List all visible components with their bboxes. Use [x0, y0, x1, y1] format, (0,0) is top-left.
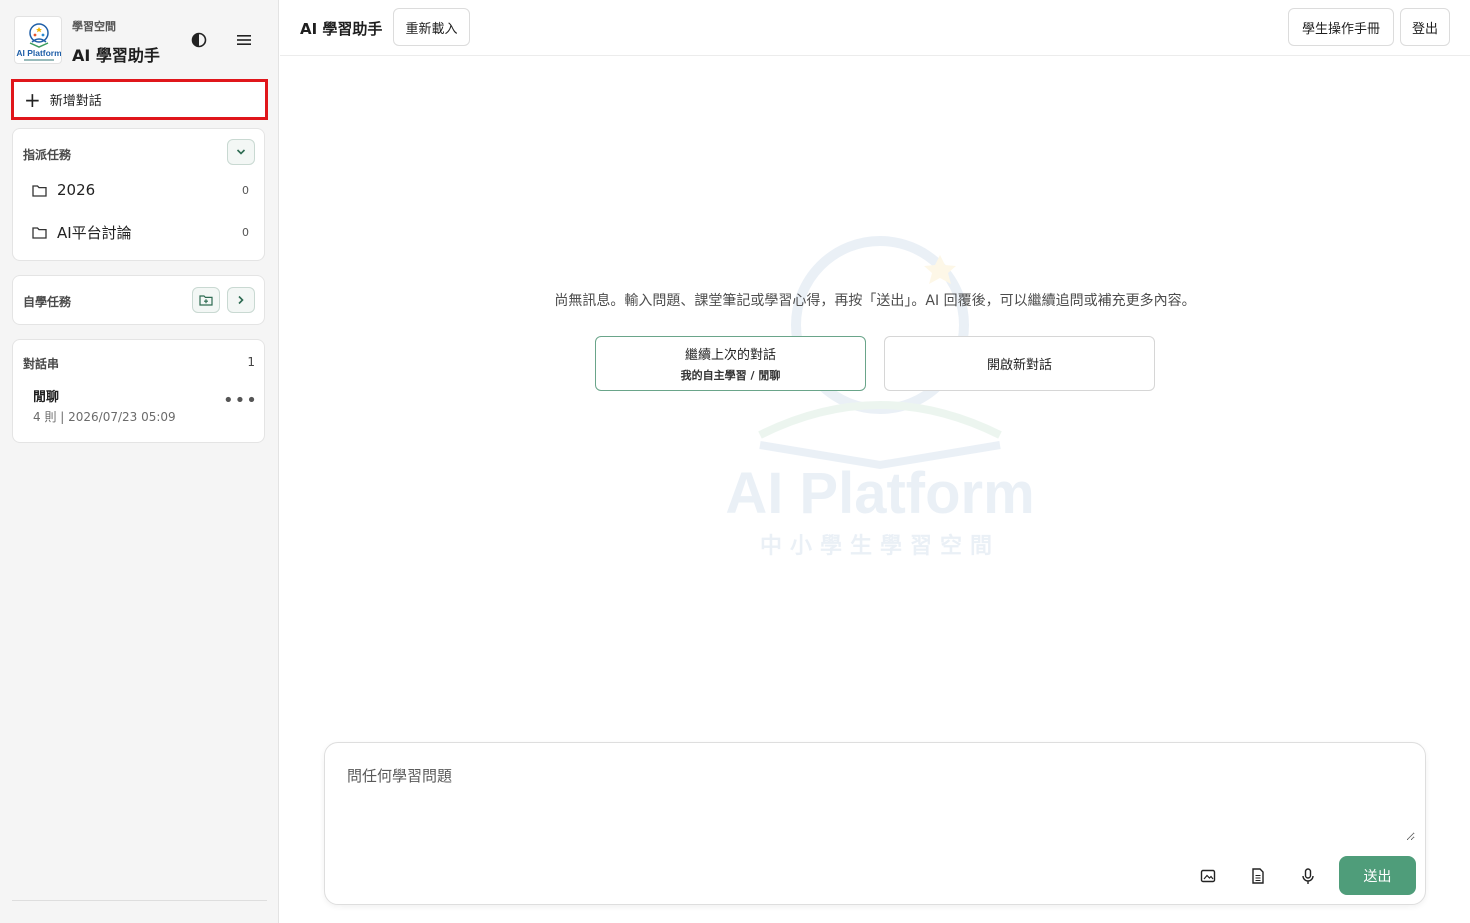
brand-title: AI 學習助手 — [72, 46, 160, 65]
folder-item-2026[interactable]: 2026 0 — [13, 172, 266, 208]
page-title: AI 學習助手 — [300, 20, 383, 38]
send-button[interactable]: 送出 — [1339, 856, 1416, 895]
continue-title: 繼續上次的對話 — [684, 348, 776, 363]
new-chat-button[interactable]: + 新增對話 — [11, 79, 268, 120]
folder-item-ai-discussion[interactable]: AI平台討論 0 — [13, 214, 266, 250]
sidebar-divider — [12, 900, 267, 901]
new-folder-button[interactable] — [192, 287, 220, 313]
attach-image-button[interactable] — [1193, 861, 1223, 891]
empty-state-message: 尚無訊息。輸入問題、課堂筆記或學習心得，再按「送出」。AI 回覆後，可以繼續追問… — [554, 293, 1196, 309]
folder-count: 0 — [242, 225, 249, 239]
sidebar: AI Platform 學習空間 AI 學習助手 + 新增對話 指派任務 202… — [0, 0, 279, 923]
platform-watermark: AI Platform 中小學生學習空間 — [700, 235, 1060, 565]
self-study-panel: 自學任務 — [12, 275, 265, 325]
continue-subtitle: 我的自主學習 / 閒聊 — [680, 369, 781, 382]
platform-logo: AI Platform — [14, 16, 62, 64]
new-chat-title: 開啟新對話 — [986, 358, 1052, 373]
folder-icon — [32, 226, 47, 239]
self-study-expand-button[interactable] — [227, 287, 255, 313]
chat-area: AI Platform 中小學生學習空間 尚無訊息。輸入問題、課堂筆記或學習心得… — [280, 57, 1470, 923]
theme-toggle-button[interactable] — [185, 26, 213, 54]
thread-meta: 4 則 | 2026/07/23 05:09 — [33, 410, 176, 424]
voice-input-button[interactable] — [1293, 861, 1323, 891]
attach-file-button[interactable] — [1243, 861, 1273, 891]
logout-button[interactable]: 登出 — [1400, 8, 1450, 46]
chevron-down-icon — [236, 149, 246, 155]
more-options-icon[interactable]: ••• — [223, 390, 258, 411]
menu-button[interactable] — [230, 26, 258, 54]
self-study-title: 自學任務 — [23, 295, 72, 309]
student-manual-button[interactable]: 學生操作手冊 — [1288, 8, 1394, 46]
threads-panel: 對話串 1 閒聊 4 則 | 2026/07/23 05:09 ••• — [12, 339, 265, 443]
assigned-collapse-button[interactable] — [227, 139, 255, 165]
folder-name: 2026 — [57, 181, 96, 199]
threads-title: 對話串 — [23, 357, 60, 371]
watermark-subtitle: 中小學生學習空間 — [760, 533, 1000, 559]
folder-plus-icon — [199, 295, 213, 306]
assigned-tasks-title: 指派任務 — [23, 148, 72, 162]
brand: AI Platform 學習空間 AI 學習助手 — [14, 16, 265, 65]
message-input[interactable] — [335, 753, 1415, 841]
microphone-icon — [1302, 867, 1314, 884]
thread-item[interactable]: 閒聊 4 則 | 2026/07/23 05:09 ••• — [13, 380, 266, 430]
folder-icon — [32, 184, 47, 197]
thread-title: 閒聊 — [33, 390, 60, 405]
reload-button[interactable]: 重新載入 — [393, 8, 470, 46]
new-chat-label: 新增對話 — [49, 94, 102, 109]
assigned-tasks-panel: 指派任務 2026 0 AI平台討論 0 — [12, 128, 265, 261]
open-new-chat-button[interactable]: 開啟新對話 — [884, 336, 1155, 391]
folder-count: 0 — [242, 183, 249, 197]
continue-last-chat-button[interactable]: 繼續上次的對話 我的自主學習 / 閒聊 — [595, 336, 866, 391]
threads-count: 1 — [247, 355, 255, 369]
folder-name: AI平台討論 — [57, 223, 132, 242]
hamburger-menu-icon — [237, 35, 251, 45]
chevron-right-icon — [238, 295, 244, 305]
document-icon — [1252, 868, 1264, 884]
image-icon — [1200, 869, 1216, 883]
watermark-title: AI Platform — [725, 461, 1034, 526]
plus-icon: + — [24, 87, 41, 112]
top-bar: AI 學習助手 重新載入 學生操作手冊 登出 — [280, 0, 1470, 56]
message-composer: 送出 — [324, 742, 1426, 905]
contrast-icon — [191, 32, 207, 48]
svg-text:AI Platform: AI Platform — [16, 48, 62, 58]
brand-subtitle: 學習空間 — [72, 20, 116, 33]
